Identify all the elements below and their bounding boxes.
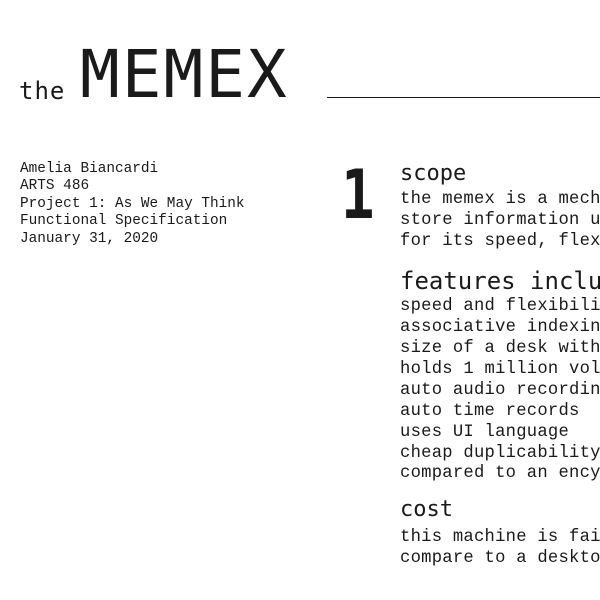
title-the: the bbox=[19, 77, 66, 105]
scope-line: for its speed, flexi bbox=[400, 232, 600, 251]
feature-item: compared to an encyc bbox=[400, 464, 600, 483]
scope-line: store information us bbox=[400, 211, 600, 230]
cost-line: compare to a desktop bbox=[400, 549, 600, 568]
features-heading: features inclu bbox=[400, 267, 600, 295]
course-code: ARTS 486 bbox=[20, 178, 90, 195]
scope-heading: scope bbox=[400, 161, 467, 186]
document-type: Functional Specification bbox=[20, 213, 228, 230]
cost-heading: cost bbox=[400, 497, 453, 522]
page-title: MEMEX bbox=[80, 36, 289, 113]
feature-item: uses UI language bbox=[400, 423, 570, 442]
section-number: 1 bbox=[341, 156, 375, 235]
feature-item: cheap duplicability bbox=[400, 444, 600, 463]
feature-item: size of a desk with bbox=[400, 339, 600, 358]
author-name: Amelia Biancardi bbox=[20, 161, 159, 177]
feature-item: auto time records bbox=[400, 402, 580, 421]
project-title: Project 1: As We May Think bbox=[20, 195, 245, 212]
section-content: scope the memex is a mecha store informa… bbox=[400, 0, 600, 600]
cost-line: this machine is fair bbox=[400, 528, 600, 547]
feature-item: associative indexing bbox=[400, 318, 600, 337]
feature-item: holds 1 million volu bbox=[400, 360, 600, 379]
scope-line: the memex is a mecha bbox=[400, 190, 600, 209]
feature-item: auto audio recording bbox=[400, 381, 600, 400]
author-info: Amelia Biancardi ARTS 486 Project 1: As … bbox=[20, 161, 245, 248]
feature-item: speed and flexibilit bbox=[400, 297, 600, 316]
document-date: January 31, 2020 bbox=[20, 230, 159, 247]
